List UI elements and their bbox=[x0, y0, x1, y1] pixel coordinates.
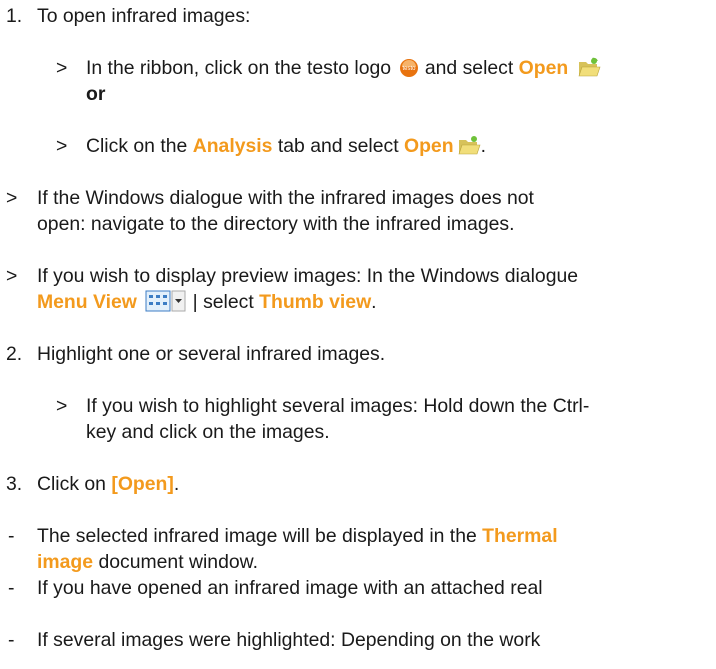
result-text: If you have opened an infrared image wit… bbox=[37, 577, 543, 599]
open-command: Open bbox=[518, 57, 569, 79]
step-number: 1. bbox=[6, 5, 23, 27]
substep-text: If you wish to highlight several images:… bbox=[86, 395, 590, 417]
testo-logo-icon: testo bbox=[399, 58, 419, 84]
open-command: Open bbox=[404, 135, 454, 157]
substep-marker: > bbox=[56, 135, 68, 157]
step-number: 2. bbox=[6, 343, 23, 365]
instruction-text: In the ribbon, click on the testo logo bbox=[86, 57, 392, 79]
step-text: Highlight one or several infrared images… bbox=[37, 343, 386, 365]
result-text: The selected infrared image will be disp… bbox=[37, 524, 558, 548]
instruction-text: Click on the bbox=[86, 135, 188, 157]
result-text: image document window. bbox=[37, 550, 258, 574]
result-marker: > bbox=[6, 265, 18, 287]
step-number: 3. bbox=[6, 473, 23, 495]
instruction-text: Click on bbox=[37, 473, 106, 495]
result-text: Menu View | select Thumb view. bbox=[37, 290, 377, 318]
instruction-text: document window. bbox=[98, 551, 258, 573]
instruction-text: tab and select bbox=[277, 135, 399, 157]
folder-open-icon bbox=[457, 134, 481, 162]
result-text: If the Windows dialogue with the infrare… bbox=[37, 187, 534, 209]
instruction-text: . bbox=[480, 135, 486, 157]
instruction-text: . bbox=[371, 291, 377, 313]
substep-text: In the ribbon, click on the testo logo t… bbox=[86, 56, 601, 84]
instruction-text: | select bbox=[192, 291, 254, 313]
result-marker: > bbox=[6, 187, 18, 209]
result-text: If several images were highlighted: Depe… bbox=[37, 629, 541, 651]
svg-text:testo: testo bbox=[403, 66, 417, 72]
result-text: open: navigate to the directory with the… bbox=[37, 213, 515, 235]
open-button-label: [Open] bbox=[111, 473, 174, 495]
instruction-text: The selected infrared image will be disp… bbox=[37, 525, 477, 547]
or-text: or bbox=[86, 83, 106, 105]
instruction-text: . bbox=[173, 473, 180, 495]
substep-text: Click on the Analysis tab and select Ope… bbox=[86, 134, 486, 162]
result-marker: - bbox=[8, 577, 15, 599]
thermal-window-label: image bbox=[37, 551, 94, 573]
substep-text: key and click on the images. bbox=[86, 421, 330, 443]
step-text: Click on [Open]. bbox=[37, 472, 179, 496]
view-menu-icon bbox=[145, 290, 187, 318]
thumb-view-label: Thumb view bbox=[259, 291, 372, 313]
substep-marker: > bbox=[56, 395, 68, 417]
folder-open-icon bbox=[577, 56, 601, 84]
thermal-window-label: Thermal bbox=[482, 525, 558, 547]
substep-marker: > bbox=[56, 57, 68, 79]
document-page: { "steps": { "s1": {"num": "1.", "text":… bbox=[0, 0, 716, 669]
result-text: If you wish to display preview images: I… bbox=[37, 265, 579, 287]
step-text: To open infrared images: bbox=[37, 5, 251, 27]
menu-view-label: Menu View bbox=[37, 291, 137, 313]
analysis-tab-label: Analysis bbox=[192, 135, 273, 157]
result-marker: - bbox=[8, 629, 15, 651]
instruction-text: and select bbox=[424, 57, 514, 79]
result-marker: - bbox=[8, 525, 15, 547]
